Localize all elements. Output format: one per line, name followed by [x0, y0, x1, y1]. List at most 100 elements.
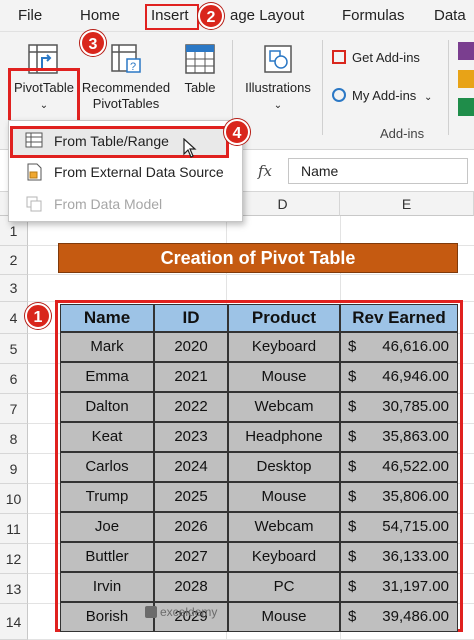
amount-value: 35,863.00 — [382, 428, 449, 445]
currency-symbol: $ — [348, 548, 357, 565]
row-header[interactable]: 6 — [0, 364, 28, 394]
cell-id[interactable]: 2026 — [154, 512, 228, 542]
row-header[interactable]: 9 — [0, 454, 28, 484]
people-graph-icon[interactable] — [458, 98, 474, 116]
cell-product[interactable]: Headphone — [228, 422, 340, 452]
table-button[interactable]: Table — [178, 40, 222, 96]
insert-highlight-box — [145, 4, 199, 30]
cell-rev-earned[interactable]: $46,616.00 — [340, 332, 458, 362]
row-header[interactable]: 5 — [0, 334, 28, 364]
menu-item-label: From External Data Source — [54, 164, 224, 180]
cell-name[interactable]: Buttler — [60, 542, 154, 572]
tab-data[interactable]: Data — [434, 7, 466, 24]
header-rev-earned[interactable]: Rev Earned — [340, 304, 458, 332]
cell-name[interactable]: Irvin — [60, 572, 154, 602]
tab-page-layout[interactable]: age Layout — [230, 7, 304, 24]
watermark-text: exceldemy — [160, 605, 218, 619]
cell-id[interactable]: 2028 — [154, 572, 228, 602]
row-header[interactable]: 7 — [0, 394, 28, 424]
column-header-d[interactable]: D — [226, 192, 340, 216]
tab-formulas[interactable]: Formulas — [342, 7, 405, 24]
row-header[interactable]: 14 — [0, 604, 28, 640]
data-model-icon — [26, 196, 42, 212]
illustrations-icon — [264, 45, 292, 73]
currency-symbol: $ — [348, 428, 357, 445]
recommended-pivottables-icon: ? — [111, 44, 141, 73]
cell-rev-earned[interactable]: $46,946.00 — [340, 362, 458, 392]
cell-id[interactable]: 2025 — [154, 482, 228, 512]
cell-name[interactable]: Carlos — [60, 452, 154, 482]
cell-product[interactable]: PC — [228, 572, 340, 602]
cell-rev-earned[interactable]: $36,133.00 — [340, 542, 458, 572]
cell-rev-earned[interactable]: $35,863.00 — [340, 422, 458, 452]
chevron-down-icon: ⌄ — [423, 92, 433, 103]
row-header[interactable]: 4 — [0, 302, 28, 334]
svg-text:?: ? — [130, 61, 136, 73]
row-header[interactable]: 3 — [0, 275, 28, 302]
amount-value: 30,785.00 — [382, 398, 449, 415]
row-header[interactable]: 13 — [0, 574, 28, 604]
menu-item-label: From Data Model — [54, 196, 163, 212]
cell-rev-earned[interactable]: $46,522.00 — [340, 452, 458, 482]
my-addins-label: My Add-ins — [352, 88, 417, 103]
table-range-icon — [25, 132, 43, 148]
recommended-label-line2: PivotTables — [92, 96, 160, 111]
cell-name[interactable]: Trump — [60, 482, 154, 512]
cell-id[interactable]: 2023 — [154, 422, 228, 452]
cell-rev-earned[interactable]: $31,197.00 — [340, 572, 458, 602]
header-id[interactable]: ID — [154, 304, 228, 332]
cell-name[interactable]: Mark — [60, 332, 154, 362]
tab-file[interactable]: File — [18, 7, 42, 24]
cell-product[interactable]: Desktop — [228, 452, 340, 482]
cell-name[interactable]: Dalton — [60, 392, 154, 422]
cell-id[interactable]: 2022 — [154, 392, 228, 422]
cell-product[interactable]: Webcam — [228, 392, 340, 422]
cell-id[interactable]: 2020 — [154, 332, 228, 362]
cell-rev-earned[interactable]: $54,715.00 — [340, 512, 458, 542]
visio-icon[interactable] — [458, 42, 474, 60]
amount-value: 36,133.00 — [382, 548, 449, 565]
row-header[interactable]: 11 — [0, 514, 28, 544]
external-data-icon — [27, 163, 42, 181]
cell-name[interactable]: Borish — [60, 602, 154, 632]
formula-input[interactable]: Name — [288, 158, 468, 184]
column-header-e[interactable]: E — [340, 192, 474, 216]
my-addins-button[interactable]: My Add-ins ⌄ — [332, 88, 442, 106]
cell-name[interactable]: Emma — [60, 362, 154, 392]
watermark: exceldemy — [145, 605, 217, 619]
illustrations-button[interactable]: Illustrations ⌄ — [238, 40, 318, 114]
cell-product[interactable]: Mouse — [228, 362, 340, 392]
row-header[interactable]: 10 — [0, 484, 28, 514]
cell-id[interactable]: 2021 — [154, 362, 228, 392]
bing-maps-icon[interactable] — [458, 70, 474, 88]
cell-rev-earned[interactable]: $39,486.00 — [340, 602, 458, 632]
get-addins-button[interactable]: Get Add-ins — [332, 50, 442, 66]
row-header[interactable]: 12 — [0, 544, 28, 574]
cell-product[interactable]: Mouse — [228, 482, 340, 512]
header-product[interactable]: Product — [228, 304, 340, 332]
currency-symbol: $ — [348, 518, 357, 535]
row-header[interactable]: 2 — [0, 246, 28, 275]
mouse-cursor-icon — [183, 138, 197, 158]
menu-item-from-data-model: From Data Model — [9, 189, 242, 219]
callout-3: 3 — [80, 30, 106, 56]
cell-name[interactable]: Joe — [60, 512, 154, 542]
row-header[interactable]: 8 — [0, 424, 28, 454]
tab-home[interactable]: Home — [80, 7, 120, 24]
cell-product[interactable]: Mouse — [228, 602, 340, 632]
cell-name[interactable]: Keat — [60, 422, 154, 452]
menu-item-from-table-range[interactable]: From Table/Range — [9, 126, 242, 156]
cell-product[interactable]: Keyboard — [228, 332, 340, 362]
menu-item-from-external-data-source[interactable]: From External Data Source — [9, 157, 242, 187]
currency-symbol: $ — [348, 578, 357, 595]
cell-id[interactable]: 2024 — [154, 452, 228, 482]
cell-rev-earned[interactable]: $30,785.00 — [340, 392, 458, 422]
cell-id[interactable]: 2027 — [154, 542, 228, 572]
cell-rev-earned[interactable]: $35,806.00 — [340, 482, 458, 512]
watermark-logo-icon — [145, 606, 157, 618]
fx-icon[interactable]: fx — [258, 162, 272, 180]
cell-product[interactable]: Keyboard — [228, 542, 340, 572]
currency-symbol: $ — [348, 398, 357, 415]
header-name[interactable]: Name — [60, 304, 154, 332]
cell-product[interactable]: Webcam — [228, 512, 340, 542]
